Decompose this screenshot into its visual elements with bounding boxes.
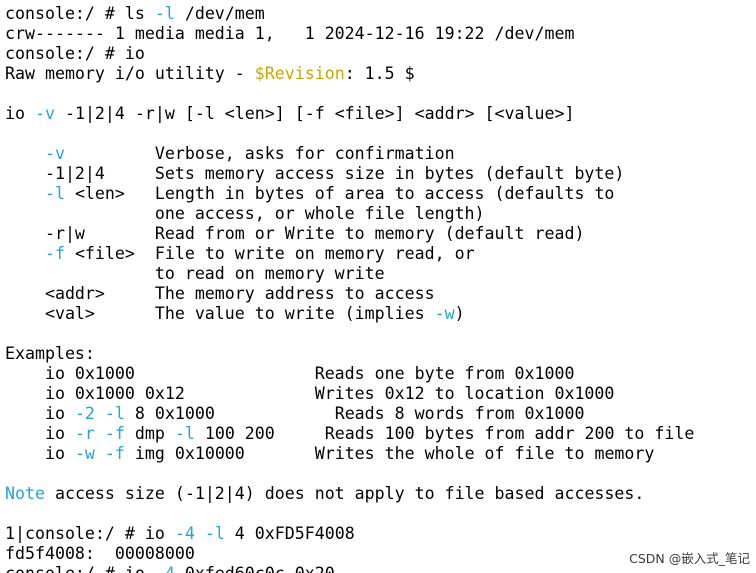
highlighted-token: -2 (74, 404, 95, 423)
text-segment: io 0x1000 Reads one byte from 0x1000 (5, 364, 575, 383)
highlighted-token: -4 (155, 564, 175, 573)
terminal-line: crw------- 1 media media 1, 1 2024-12-16… (5, 24, 756, 44)
text-segment: ) (454, 304, 465, 323)
terminal-line: to read on memory write (5, 264, 756, 284)
text-segment: <len> Length in bytes of area to access … (64, 184, 615, 203)
highlighted-token: -f (44, 244, 65, 263)
terminal-line: io -r -f dmp -l 100 200 Reads 100 bytes … (5, 424, 756, 444)
text-segment: crw------- 1 media media 1, 1 2024-12-16… (5, 24, 575, 43)
highlighted-token: -l (44, 184, 65, 203)
text-segment: : 1.5 $ (344, 64, 415, 83)
text-segment: io (5, 424, 75, 443)
terminal-line: io 0x1000 0x12 Writes 0x12 to location 0… (5, 384, 756, 404)
text-segment: console:/ # io (5, 564, 155, 573)
terminal-line: console:/ # ls -l /dev/mem (5, 4, 756, 24)
terminal-line: -1|2|4 Sets memory access size in bytes … (5, 164, 756, 184)
text-segment: -r|w Read from or Write to memory (defau… (5, 224, 585, 243)
text-segment: io (5, 404, 75, 423)
text-segment: io (5, 104, 35, 123)
highlighted-token: -l (104, 404, 125, 423)
highlighted-token: -r (74, 424, 95, 443)
text-segment: one access, or whole file length) (5, 204, 485, 223)
text-segment: -1|2|4 -r|w [-l <len>] [-f <file>] <addr… (54, 104, 575, 123)
terminal-line: <addr> The memory address to access (5, 284, 756, 304)
terminal-line: -f <file> File to write on memory read, … (5, 244, 756, 264)
terminal-line: Note access size (-1|2|4) does not apply… (5, 484, 756, 504)
text-segment: dmp (124, 424, 175, 443)
text-segment: fd5f4008: 00008000 (5, 544, 195, 563)
text-segment (195, 524, 205, 543)
terminal-line: io -v -1|2|4 -r|w [-l <len>] [-f <file>]… (5, 104, 756, 124)
highlighted-token: -v (34, 104, 55, 123)
text-segment: -1|2|4 Sets memory access size in bytes … (5, 164, 625, 183)
text-segment: console:/ # ls (5, 4, 155, 23)
terminal-line: io -w -f img 0x10000 Writes the whole of… (5, 444, 756, 464)
highlighted-token: -w (434, 304, 455, 323)
terminal-line: <val> The value to write (implies -w) (5, 304, 756, 324)
text-segment (95, 424, 105, 443)
highlighted-token: -l (174, 424, 195, 443)
text-segment: 8 0x1000 Reads 8 words from 0x1000 (124, 404, 585, 423)
text-segment (95, 444, 105, 463)
text-segment: access size (-1|2|4) does not apply to f… (44, 484, 645, 503)
terminal-line: one access, or whole file length) (5, 204, 756, 224)
highlighted-token: -l (204, 524, 225, 543)
highlighted-token: -l (154, 4, 175, 23)
terminal-line: io -2 -l 8 0x1000 Reads 8 words from 0x1… (5, 404, 756, 424)
text-segment: <addr> The memory address to access (5, 284, 435, 303)
terminal-line: io 0x1000 Reads one byte from 0x1000 (5, 364, 756, 384)
text-segment: 100 200 Reads 100 bytes from addr 200 to… (194, 424, 695, 443)
text-segment (5, 244, 45, 263)
highlighted-token: -w (74, 444, 95, 463)
highlighted-token: -f (104, 444, 125, 463)
text-segment: to read on memory write (5, 264, 385, 283)
terminal-line: 1|console:/ # io -4 -l 4 0xFD5F4008 (5, 524, 756, 544)
text-segment: img 0x10000 Writes the whole of file to … (124, 444, 655, 463)
text-segment: Examples: (5, 344, 95, 363)
text-segment: /dev/mem (174, 4, 265, 23)
text-segment: Verbose, asks for confirmation (64, 144, 455, 163)
terminal-line: Raw memory i/o utility - $Revision: 1.5 … (5, 64, 756, 84)
text-segment (95, 404, 105, 423)
text-segment (5, 144, 45, 163)
text-segment: Raw memory i/o utility - (5, 64, 255, 83)
text-segment: 1|console:/ # io (5, 524, 175, 543)
text-segment: 0xfed60c0c 0x20 (175, 564, 335, 573)
text-segment: <file> File to write on memory read, or (64, 244, 475, 263)
text-segment: <val> The value to write (implies (5, 304, 435, 323)
highlighted-token: $Revision (254, 64, 345, 83)
text-segment: io (5, 444, 75, 463)
text-segment: console:/ # io (5, 44, 145, 63)
terminal-output[interactable]: console:/ # ls -l /dev/mem crw------- 1 m… (0, 0, 756, 573)
terminal-line: console:/ # io (5, 44, 756, 64)
text-segment: 4 0xFD5F4008 (224, 524, 355, 543)
text-segment: io 0x1000 0x12 Writes 0x12 to location 0… (5, 384, 615, 403)
terminal-line: Examples: (5, 344, 756, 364)
highlighted-token: -v (44, 144, 65, 163)
terminal-line: -r|w Read from or Write to memory (defau… (5, 224, 756, 244)
text-segment (5, 184, 45, 203)
csdn-watermark: CSDN @嵌入式_笔记 (627, 548, 752, 567)
highlighted-token: -4 (174, 524, 195, 543)
terminal-line: -v Verbose, asks for confirmation (5, 144, 756, 164)
highlighted-token: -f (104, 424, 125, 443)
highlighted-token: Note (5, 484, 45, 503)
terminal-line: -l <len> Length in bytes of area to acce… (5, 184, 756, 204)
